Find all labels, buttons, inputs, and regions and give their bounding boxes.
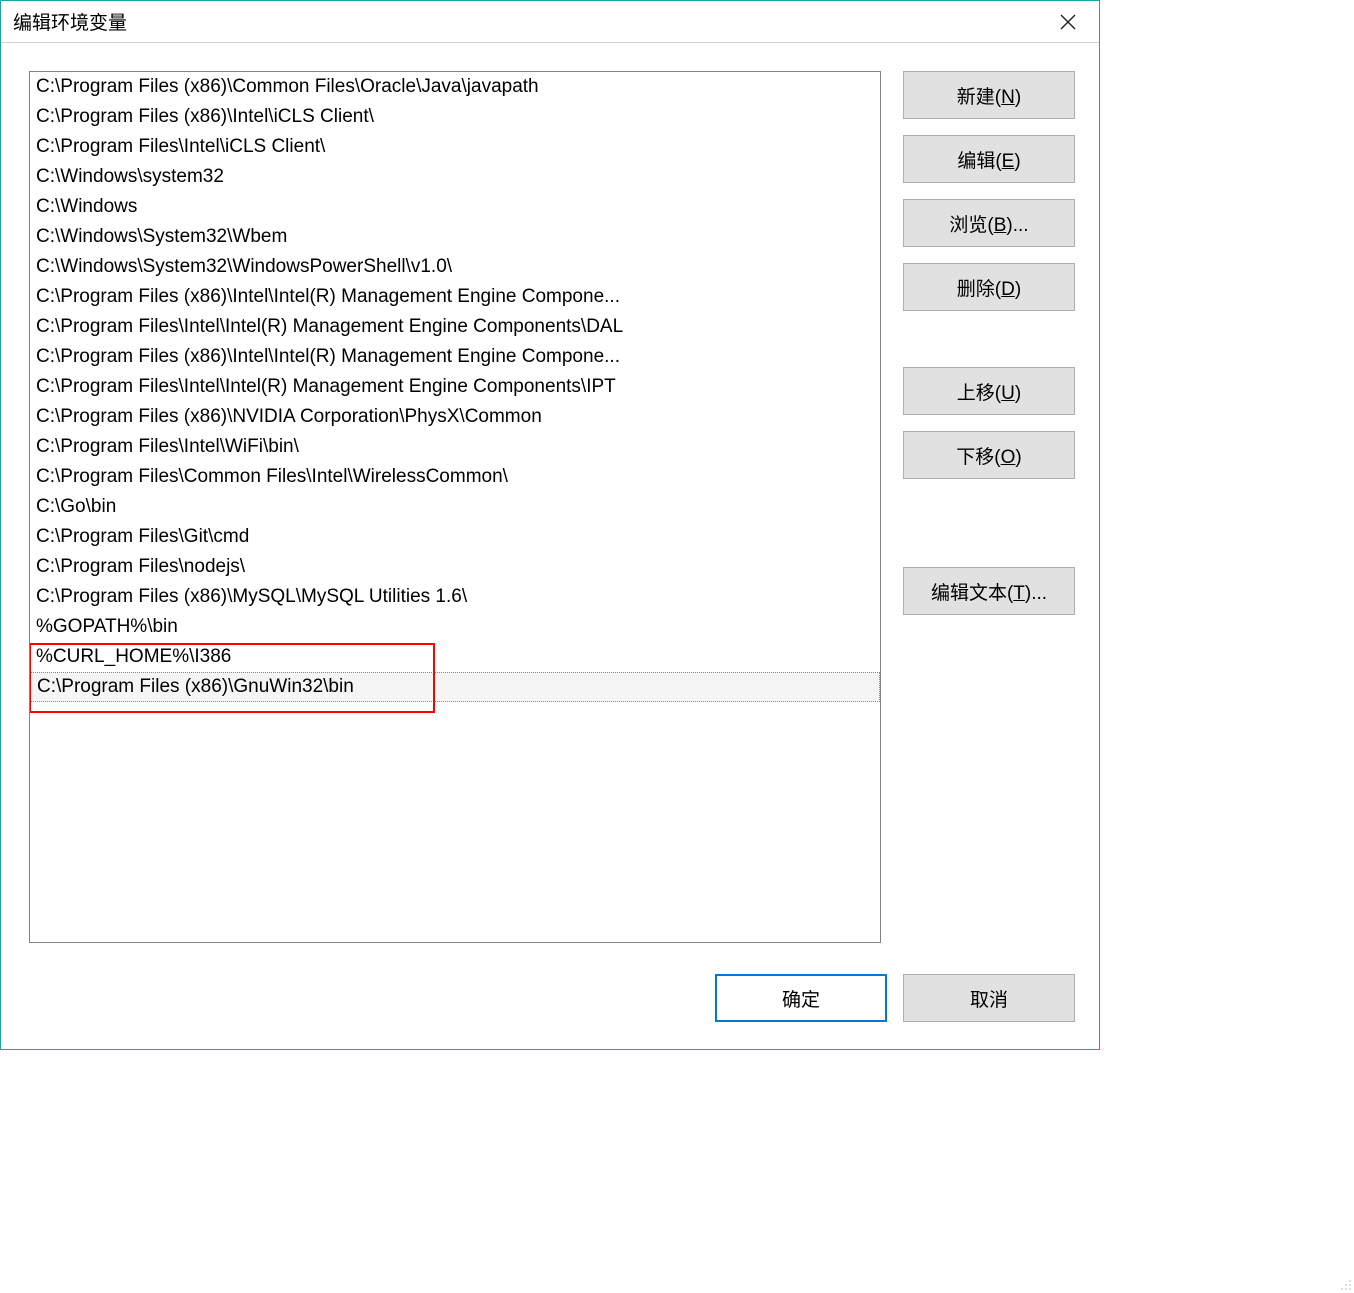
list-item[interactable]: C:\Windows\System32\WindowsPowerShell\v1… <box>30 252 880 282</box>
browse-button[interactable]: 浏览(B)... <box>903 199 1075 247</box>
list-item[interactable]: C:\Program Files\Intel\iCLS Client\ <box>30 132 880 162</box>
list-item[interactable]: C:\Program Files\Intel\WiFi\bin\ <box>30 432 880 462</box>
move-up-button[interactable]: 上移(U) <box>903 367 1075 415</box>
list-item[interactable]: C:\Go\bin <box>30 492 880 522</box>
list-item[interactable]: C:\Program Files (x86)\MySQL\MySQL Utili… <box>30 582 880 612</box>
list-item[interactable]: C:\Program Files\nodejs\ <box>30 552 880 582</box>
list-item[interactable]: C:\Program Files (x86)\Common Files\Orac… <box>30 72 880 102</box>
list-item[interactable]: C:\Program Files\Intel\Intel(R) Manageme… <box>30 312 880 342</box>
list-item[interactable]: %GOPATH%\bin <box>30 612 880 642</box>
list-item[interactable]: C:\Program Files (x86)\Intel\Intel(R) Ma… <box>30 282 880 312</box>
edit-text-button[interactable]: 编辑文本(T)... <box>903 567 1075 615</box>
list-item[interactable]: C:\Windows\System32\Wbem <box>30 222 880 252</box>
ok-button[interactable]: 确定 <box>715 974 887 1022</box>
dialog-content: C:\Program Files (x86)\Common Files\Orac… <box>1 43 1099 1049</box>
list-item[interactable]: %CURL_HOME%\I386 <box>30 642 880 672</box>
list-item[interactable]: C:\Program Files (x86)\Intel\Intel(R) Ma… <box>30 342 880 372</box>
list-item[interactable]: C:\Program Files (x86)\NVIDIA Corporatio… <box>30 402 880 432</box>
window-title: 编辑环境变量 <box>13 8 127 35</box>
list-item[interactable]: C:\Windows <box>30 192 880 222</box>
main-row: C:\Program Files (x86)\Common Files\Orac… <box>29 71 1075 943</box>
path-listbox[interactable]: C:\Program Files (x86)\Common Files\Orac… <box>29 71 881 943</box>
dialog-footer: 确定 取消 <box>29 963 1075 1033</box>
list-item[interactable]: C:\Program Files (x86)\Intel\iCLS Client… <box>30 102 880 132</box>
new-button[interactable]: 新建(N) <box>903 71 1075 119</box>
list-item[interactable]: C:\Windows\system32 <box>30 162 880 192</box>
titlebar: 编辑环境变量 <box>1 1 1099 43</box>
list-item[interactable]: C:\Program Files\Git\cmd <box>30 522 880 552</box>
list-item[interactable]: C:\Program Files (x86)\GnuWin32\bin <box>30 672 880 702</box>
close-icon <box>1060 14 1076 30</box>
move-down-button[interactable]: 下移(O) <box>903 431 1075 479</box>
close-button[interactable] <box>1049 6 1087 38</box>
delete-button[interactable]: 删除(D) <box>903 263 1075 311</box>
list-item[interactable]: C:\Program Files\Common Files\Intel\Wire… <box>30 462 880 492</box>
list-item[interactable]: C:\Program Files\Intel\Intel(R) Manageme… <box>30 372 880 402</box>
edit-button[interactable]: 编辑(E) <box>903 135 1075 183</box>
resize-grip-icon[interactable] <box>1338 1277 1352 1291</box>
side-button-column: 新建(N) 编辑(E) 浏览(B)... 删除(D) 上移(U) 下移(O) 编… <box>903 71 1075 943</box>
cancel-button[interactable]: 取消 <box>903 974 1075 1022</box>
